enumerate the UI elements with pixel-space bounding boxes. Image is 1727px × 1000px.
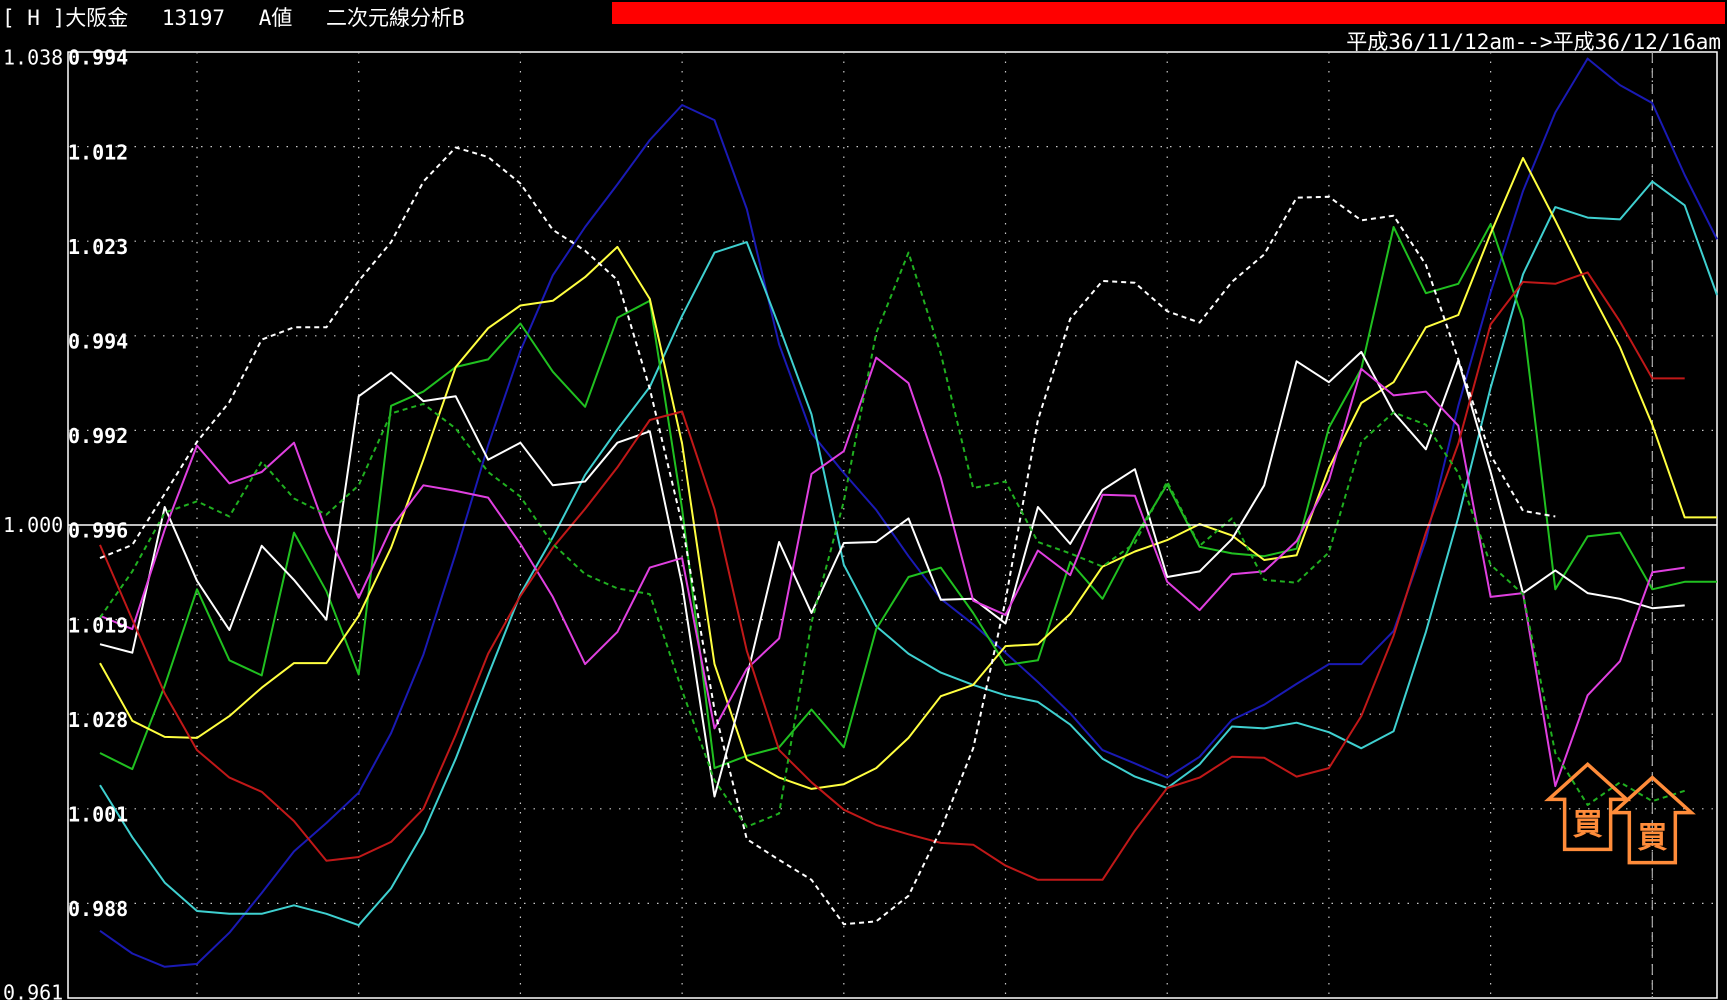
signal-markers: 買買 bbox=[1544, 761, 1696, 865]
y-inner-label: 0.988 bbox=[68, 897, 128, 921]
y-inner-label: 1.001 bbox=[68, 802, 128, 826]
y-outer-label: 0.961 bbox=[3, 980, 63, 1000]
y-axis-labels: 1.038 1.000 0.961 0.994 1.012 1.023 0.994 0.992… bbox=[3, 46, 128, 1000]
y-inner-label: 1.019 bbox=[68, 613, 128, 637]
y-inner-label: 0.996 bbox=[68, 519, 128, 543]
y-inner-label: 0.994 bbox=[68, 329, 128, 353]
line-chart[interactable]: 1.038 1.000 0.961 0.994 1.012 1.023 0.994 0.992… bbox=[0, 0, 1727, 1000]
y-inner-label: 1.023 bbox=[68, 235, 128, 259]
series-line-3 bbox=[99, 223, 1717, 771]
series-line-5 bbox=[99, 350, 1685, 798]
series-group bbox=[99, 57, 1718, 968]
y-inner-label: 1.012 bbox=[68, 140, 128, 164]
series-line-2 bbox=[99, 180, 1718, 927]
y-outer-label: 1.000 bbox=[3, 513, 63, 537]
series-line-6 bbox=[99, 356, 1685, 788]
y-inner-label: 0.992 bbox=[68, 424, 128, 448]
buy-signal-arrow: 買 bbox=[1544, 761, 1632, 852]
y-inner-label: 0.994 bbox=[68, 46, 128, 70]
series-line-7 bbox=[99, 271, 1685, 881]
y-outer-label: 1.038 bbox=[3, 46, 63, 70]
buy-signal-label: 買 bbox=[1637, 821, 1667, 856]
buy-signal-label: 買 bbox=[1573, 807, 1603, 842]
series-line-8 bbox=[99, 146, 1556, 926]
y-inner-label: 1.028 bbox=[68, 708, 128, 732]
